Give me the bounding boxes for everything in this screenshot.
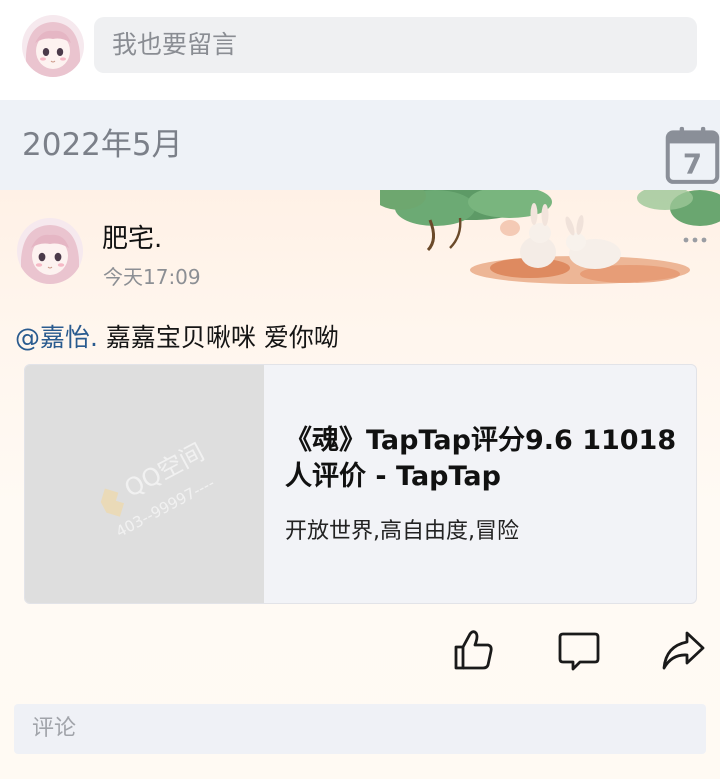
more-dots-icon[interactable] xyxy=(682,236,708,244)
calendar-day: 7 xyxy=(683,149,702,181)
shared-link-card[interactable]: QQ空间 403--99997---- 《魂》TapTap评分9.6 11018… xyxy=(24,364,697,604)
link-thumbnail: QQ空间 403--99997---- xyxy=(25,365,264,603)
decorative-banner xyxy=(380,190,720,284)
month-header: 2022年5月 xyxy=(0,100,720,190)
message-input[interactable]: 我也要留言 xyxy=(94,17,697,73)
message-composer: 我也要留言 xyxy=(0,0,720,100)
thumbs-up-icon[interactable] xyxy=(451,628,497,672)
post-timestamp: 今天17:09 xyxy=(103,265,201,289)
mention-link[interactable]: @嘉怡. xyxy=(15,323,98,352)
month-label: 2022年5月 xyxy=(22,127,183,163)
comment-input[interactable]: 评论 xyxy=(14,704,706,754)
post-body: 嘉嘉宝贝啾咪 爱你呦 xyxy=(97,323,339,352)
link-description: 开放世界,高自由度,冒险 xyxy=(285,519,519,544)
user-avatar[interactable] xyxy=(22,15,84,77)
watermark: QQ空间 403--99997---- xyxy=(100,438,217,541)
calendar-icon[interactable]: 7 xyxy=(665,126,720,185)
author-avatar[interactable] xyxy=(17,218,83,284)
link-title: 《魂》TapTap评分9.6 11018人评价 - TapTap xyxy=(285,425,677,492)
author-name[interactable]: 肥宅. xyxy=(102,218,162,255)
post-card: 肥宅. 今天17:09 @嘉怡. 嘉嘉宝贝啾咪 爱你呦 QQ空间 403--99… xyxy=(0,190,720,779)
post-text: @嘉怡. 嘉嘉宝贝啾咪 爱你呦 xyxy=(15,318,339,354)
share-arrow-icon[interactable] xyxy=(660,628,706,672)
comment-bubble-icon[interactable] xyxy=(556,628,602,672)
